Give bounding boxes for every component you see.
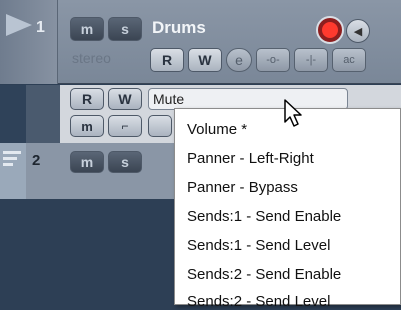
menu-item-panner-bypass[interactable]: Panner - Bypass bbox=[187, 179, 298, 196]
track-1-read-button[interactable]: R bbox=[150, 48, 184, 72]
monitor-speaker-icon[interactable]: ◀ bbox=[346, 19, 370, 43]
track-select-arrow-icon bbox=[6, 14, 32, 36]
lane-write-button[interactable]: W bbox=[108, 88, 142, 110]
track-2-solo-button[interactable]: s bbox=[108, 151, 142, 173]
track-1-edit-button[interactable]: e bbox=[226, 48, 252, 72]
track-1-channel-button[interactable]: ac bbox=[332, 48, 366, 72]
automation-lane-strip bbox=[26, 85, 60, 143]
track-1-channel-config: stereo bbox=[72, 50, 111, 66]
track-1-mute-button[interactable]: m bbox=[70, 17, 104, 41]
menu-item-sends2-level[interactable]: Sends:2 - Send Level bbox=[187, 293, 330, 310]
automation-parameter-menu: Volume * Panner - Left-Right Panner - By… bbox=[174, 108, 401, 310]
track-1-pan-button[interactable]: -|- bbox=[294, 48, 328, 72]
track-1-color-strip[interactable] bbox=[0, 0, 58, 84]
lane-mute-button[interactable]: m bbox=[70, 115, 104, 137]
automation-parameter-select[interactable]: Mute bbox=[148, 88, 348, 110]
track-2-mute-button[interactable]: m bbox=[70, 151, 104, 173]
lane-lock-icon[interactable]: ⌐ bbox=[108, 115, 142, 137]
menu-item-sends1-level[interactable]: Sends:1 - Send Level bbox=[187, 237, 330, 254]
mouse-pointer-icon bbox=[284, 99, 302, 127]
track-2-number: 2 bbox=[32, 152, 41, 169]
lane-extra-button[interactable] bbox=[148, 115, 172, 137]
menu-item-volume[interactable]: Volume * bbox=[187, 121, 247, 138]
menu-item-panner-left-right[interactable]: Panner - Left-Right bbox=[187, 150, 314, 167]
menu-item-sends1-enable[interactable]: Sends:1 - Send Enable bbox=[187, 208, 341, 225]
track-2-folder-icon[interactable] bbox=[0, 143, 26, 199]
track-1-number: 1 bbox=[36, 19, 45, 36]
lane-read-button[interactable]: R bbox=[70, 88, 104, 110]
track-1-solo-button[interactable]: s bbox=[108, 17, 142, 41]
menu-item-sends2-enable[interactable]: Sends:2 - Send Enable bbox=[187, 266, 341, 283]
track-1-name[interactable]: Drums bbox=[152, 18, 206, 38]
track-1-insert-button[interactable]: -o- bbox=[256, 48, 290, 72]
record-enable-icon[interactable] bbox=[316, 16, 344, 44]
track-1-write-button[interactable]: W bbox=[188, 48, 222, 72]
